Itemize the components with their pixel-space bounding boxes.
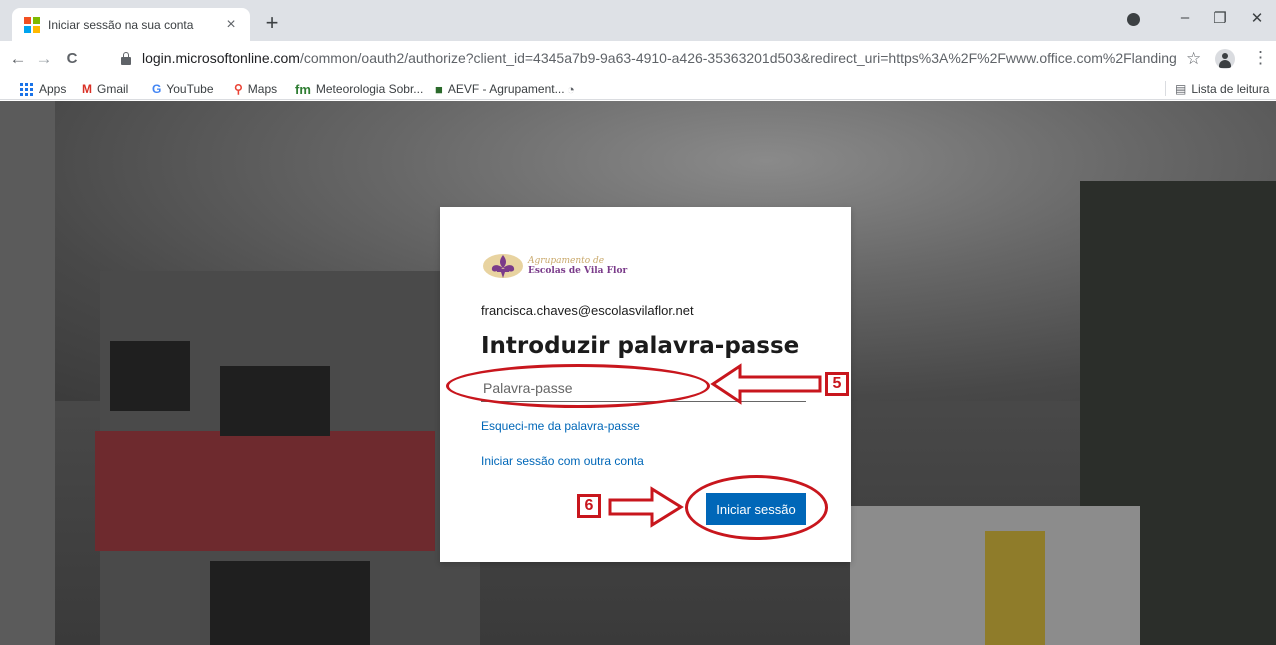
bookmark-apps[interactable]: Apps — [20, 80, 66, 98]
forgot-password-link[interactable]: Esqueci-me da palavra-passe — [481, 419, 640, 433]
bookmark-label: Meteorologia Sobr... — [315, 82, 424, 96]
url-path: /common/oauth2/authorize?client_id=4345a… — [299, 50, 1177, 66]
other-account-link[interactable]: Iniciar sessão com outra conta — [481, 454, 644, 468]
signin-identity: francisca.chaves@escolasvilaflor.net — [481, 303, 694, 318]
background-yellow-panel — [985, 531, 1045, 645]
google-icon: G — [152, 82, 162, 96]
bookmark-maps[interactable]: ⚲ Maps — [234, 80, 277, 98]
background-window — [220, 366, 330, 436]
minimize-button[interactable]: – — [1170, 9, 1200, 26]
url-host: login.microsoftonline.com — [142, 50, 300, 66]
school-logo: Agrupamento de Escolas de Vila Flor — [482, 249, 652, 283]
aevf-icon: ■ — [435, 81, 443, 97]
logo-text-line1: Agrupamento de — [528, 256, 605, 266]
bookmark-label: Maps — [247, 82, 278, 96]
reading-list-button[interactable]: ▤ Lista de leitura — [1175, 80, 1269, 98]
browser-tab[interactable]: Iniciar sessão na sua conta × — [12, 8, 250, 41]
background-pillar — [0, 101, 55, 645]
reload-button[interactable]: C — [61, 48, 83, 70]
restore-button[interactable]: ❐ — [1205, 9, 1235, 27]
annotation-oval-password — [446, 364, 710, 408]
bookmarks-bar: Apps M Gmail G YouTube ⚲ Maps fm Meteoro… — [0, 77, 1276, 100]
background-window — [110, 341, 190, 411]
bookmarks-divider — [1165, 81, 1166, 96]
maps-pin-icon: ⚲ — [234, 82, 243, 96]
bookmark-label: YouTube — [166, 82, 214, 96]
browser-menu-icon[interactable]: ⋮ — [1252, 48, 1269, 68]
bookmark-star-icon[interactable]: ☆ — [1186, 49, 1201, 69]
bookmark-aevf[interactable]: ■ AEVF - Agrupament... — [435, 80, 565, 98]
browser-toolbar: ← → C login.microsoftonline.com/common/o… — [0, 41, 1276, 77]
lock-icon[interactable] — [121, 52, 131, 65]
reading-list-label: Lista de leitura — [1191, 82, 1270, 96]
logo-text-line2: Escolas de Vila Flor — [528, 266, 628, 276]
bookmark-globe[interactable]: ◔ — [567, 80, 580, 98]
fm-icon: fm — [295, 81, 311, 97]
tab-close-icon[interactable]: × — [222, 16, 240, 34]
bookmark-label: Gmail — [97, 82, 129, 96]
bookmark-meteorologia[interactable]: fm Meteorologia Sobr... — [295, 80, 423, 98]
bookmark-label: Apps — [39, 82, 67, 96]
bookmark-youtube[interactable]: G YouTube — [152, 80, 214, 98]
reading-list-icon: ▤ — [1175, 82, 1187, 96]
annotation-step-6: 6 — [577, 494, 601, 518]
forward-button[interactable]: → — [33, 48, 55, 70]
annotation-oval-signin — [685, 475, 828, 540]
background-window — [210, 561, 370, 645]
tab-title: Iniciar sessão na sua conta — [48, 17, 194, 32]
page-title: Introduzir palavra-passe — [481, 333, 800, 359]
incognito-indicator-icon[interactable] — [1127, 13, 1140, 26]
profile-avatar[interactable] — [1215, 49, 1235, 69]
annotation-step-5: 5 — [825, 372, 849, 396]
bookmark-label: AEVF - Agrupament... — [447, 82, 565, 96]
globe-icon: ◔ — [567, 81, 575, 97]
fleur-de-lis-logo-icon — [483, 254, 523, 278]
bookmark-gmail[interactable]: M Gmail — [82, 80, 128, 98]
background-red-facade — [95, 431, 435, 551]
browser-tabstrip: Iniciar sessão na sua conta × + – ❐ ✕ — [0, 0, 1276, 41]
window-close-button[interactable]: ✕ — [1242, 9, 1272, 27]
microsoft-logo-icon — [24, 16, 40, 33]
apps-grid-icon — [20, 82, 33, 96]
back-button[interactable]: ← — [7, 48, 29, 70]
address-bar[interactable]: login.microsoftonline.com/common/oauth2/… — [142, 50, 1177, 66]
gmail-icon: M — [82, 82, 92, 96]
new-tab-button[interactable]: + — [260, 12, 284, 34]
